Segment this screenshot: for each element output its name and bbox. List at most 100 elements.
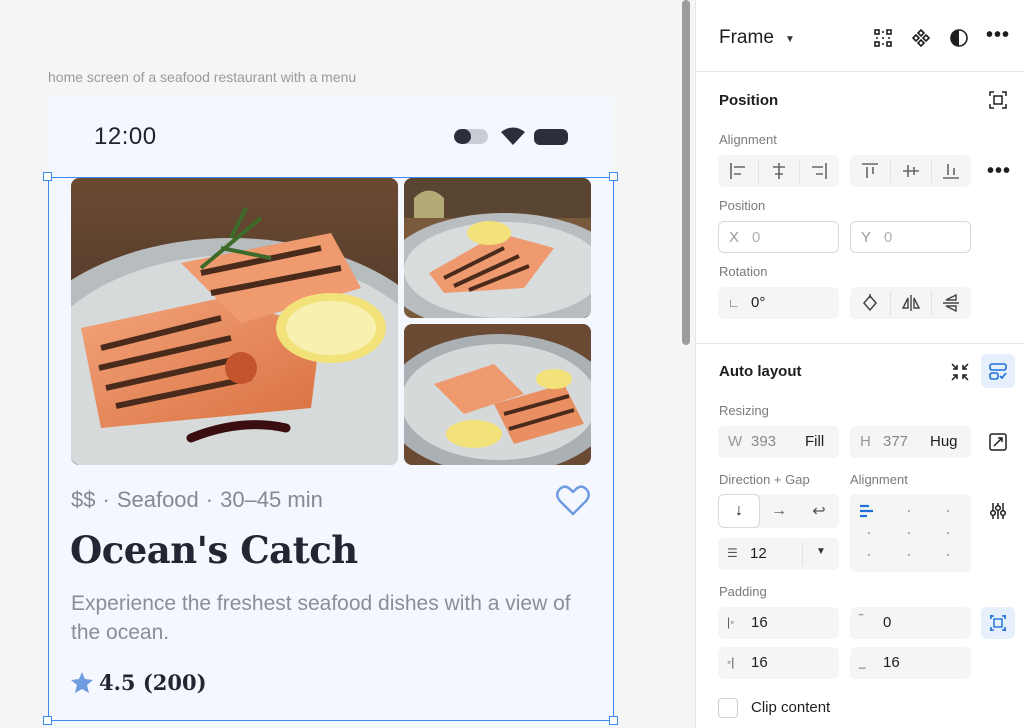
padding-top-field[interactable]: ‾ 0 — [850, 607, 971, 639]
auto-layout-section: Auto layout Resizing W 393 Fill H 377 Hu… — [696, 344, 1024, 728]
padding-right-value: 16 — [751, 654, 768, 671]
flip-vertical-icon — [943, 294, 959, 312]
gap-value: 12 — [750, 545, 767, 562]
direction-gap-label: Direction + Gap — [719, 472, 810, 487]
w-prefix: W — [728, 433, 743, 450]
status-bar: 12:00 — [48, 97, 614, 177]
padding-right-field[interactable]: ◦| 16 — [718, 647, 839, 679]
align-center-h-button[interactable] — [759, 155, 799, 187]
status-time: 12:00 — [94, 123, 157, 150]
x-value: 0 — [752, 229, 761, 246]
padding-bottom-icon: _ — [859, 655, 866, 669]
direction-horizontal-button[interactable]: → — [759, 495, 799, 527]
align-middle-button[interactable] — [891, 155, 931, 187]
resize-constraints-icon[interactable] — [989, 433, 1007, 451]
transform-group — [850, 287, 971, 319]
padding-left-value: 16 — [751, 614, 768, 631]
align-dot[interactable] — [868, 532, 870, 534]
rotation-label: Rotation — [719, 264, 768, 279]
padding-bottom-field[interactable]: _ 16 — [850, 647, 971, 679]
align-dot[interactable] — [947, 510, 949, 512]
align-top-button[interactable] — [850, 155, 890, 187]
align-center-icon — [773, 163, 785, 179]
w-value: 393 — [751, 433, 777, 450]
arrow-down-icon: ↓ — [735, 502, 743, 519]
x-prefix: X — [729, 229, 740, 246]
wifi-icon — [501, 127, 525, 145]
component-icon[interactable] — [911, 28, 931, 48]
align-dot[interactable] — [947, 554, 949, 556]
frame-label[interactable]: home screen of a seafood restaurant with… — [48, 69, 356, 85]
collapse-arrows-icon[interactable] — [950, 362, 970, 382]
more-options-icon[interactable]: ••• — [986, 24, 1010, 47]
canvas-scrollbar[interactable] — [682, 0, 690, 345]
resizing-label: Resizing — [719, 403, 769, 418]
gap-field[interactable]: ☰ 12 ▼ — [718, 538, 839, 570]
rotation-value: 0° — [751, 294, 766, 311]
design-canvas[interactable]: home screen of a seafood restaurant with… — [0, 0, 682, 728]
h-prefix: H — [860, 433, 871, 450]
resize-handle-tl[interactable] — [43, 172, 52, 181]
padding-bottom-value: 16 — [883, 654, 900, 671]
flip-vertical-button[interactable] — [931, 287, 971, 319]
w-mode[interactable]: Fill — [805, 433, 824, 450]
direction-group: ↓ → ↩ — [718, 494, 839, 528]
gap-icon: ☰ — [727, 546, 738, 560]
resize-handle-bl[interactable] — [43, 716, 52, 725]
padding-right-icon: ◦| — [727, 655, 735, 669]
settings-sliders-icon[interactable] — [988, 501, 1008, 521]
more-alignment-icon[interactable]: ••• — [987, 160, 1011, 183]
wrap-icon: ↩ — [812, 503, 826, 520]
rotate-icon — [863, 294, 877, 312]
alignment-label: Alignment — [719, 132, 777, 147]
align-left-button[interactable] — [718, 155, 758, 187]
selection-box[interactable] — [48, 177, 614, 721]
focus-frame-icon[interactable] — [988, 90, 1008, 110]
clip-content-checkbox[interactable] — [718, 698, 738, 718]
padding-top-value: 0 — [883, 614, 892, 631]
vertical-align-group — [850, 155, 971, 187]
padding-sides-icon — [990, 615, 1006, 631]
align-dot[interactable] — [908, 532, 910, 534]
resize-handle-tr[interactable] — [609, 172, 618, 181]
rotate-90-button[interactable] — [850, 287, 890, 319]
position-heading: Position — [719, 92, 779, 109]
divider — [802, 542, 803, 566]
chevron-down-icon[interactable]: ▼ — [816, 546, 826, 557]
align-left-icon — [730, 163, 745, 179]
chevron-down-icon[interactable]: ▼ — [785, 34, 795, 45]
direction-vertical-button[interactable]: ↓ — [719, 495, 759, 527]
align-dot[interactable] — [908, 510, 910, 512]
properties-panel: Frame ▼ ••• Position Alignment ••• Posit… — [695, 0, 1024, 728]
resize-handle-br[interactable] — [609, 716, 618, 725]
direction-wrap-button[interactable]: ↩ — [799, 495, 839, 527]
flip-horizontal-icon — [902, 295, 920, 311]
x-position-field[interactable]: X 0 — [718, 221, 839, 253]
alignment-grid[interactable] — [850, 494, 971, 572]
contrast-icon[interactable] — [949, 28, 969, 48]
align-right-button[interactable] — [799, 155, 839, 187]
grid-icon[interactable] — [873, 28, 893, 48]
auto-layout-icon — [989, 363, 1007, 380]
align-top-left-icon[interactable] — [859, 504, 877, 518]
battery-icon — [534, 129, 568, 145]
align-dot[interactable] — [947, 532, 949, 534]
rotation-field[interactable]: ∟ 0° — [718, 287, 839, 319]
auto-layout-toggle-button[interactable] — [981, 354, 1015, 388]
align-bottom-button[interactable] — [931, 155, 971, 187]
flip-horizontal-button[interactable] — [891, 287, 931, 319]
independent-padding-button[interactable] — [981, 607, 1015, 639]
align-right-icon — [812, 163, 827, 179]
frame-type-dropdown[interactable]: Frame — [719, 27, 774, 49]
padding-left-field[interactable]: |◦ 16 — [718, 607, 839, 639]
align-dot[interactable] — [868, 554, 870, 556]
auto-layout-heading: Auto layout — [719, 363, 802, 380]
align-dot[interactable] — [908, 554, 910, 556]
panel-header: Frame ▼ ••• — [696, 0, 1024, 72]
width-field[interactable]: W 393 Fill — [718, 426, 839, 458]
h-mode[interactable]: Hug — [930, 433, 958, 450]
y-prefix: Y — [861, 229, 872, 246]
y-position-field[interactable]: Y 0 — [850, 221, 971, 253]
height-field[interactable]: H 377 Hug — [850, 426, 971, 458]
position-label: Position — [719, 198, 766, 213]
